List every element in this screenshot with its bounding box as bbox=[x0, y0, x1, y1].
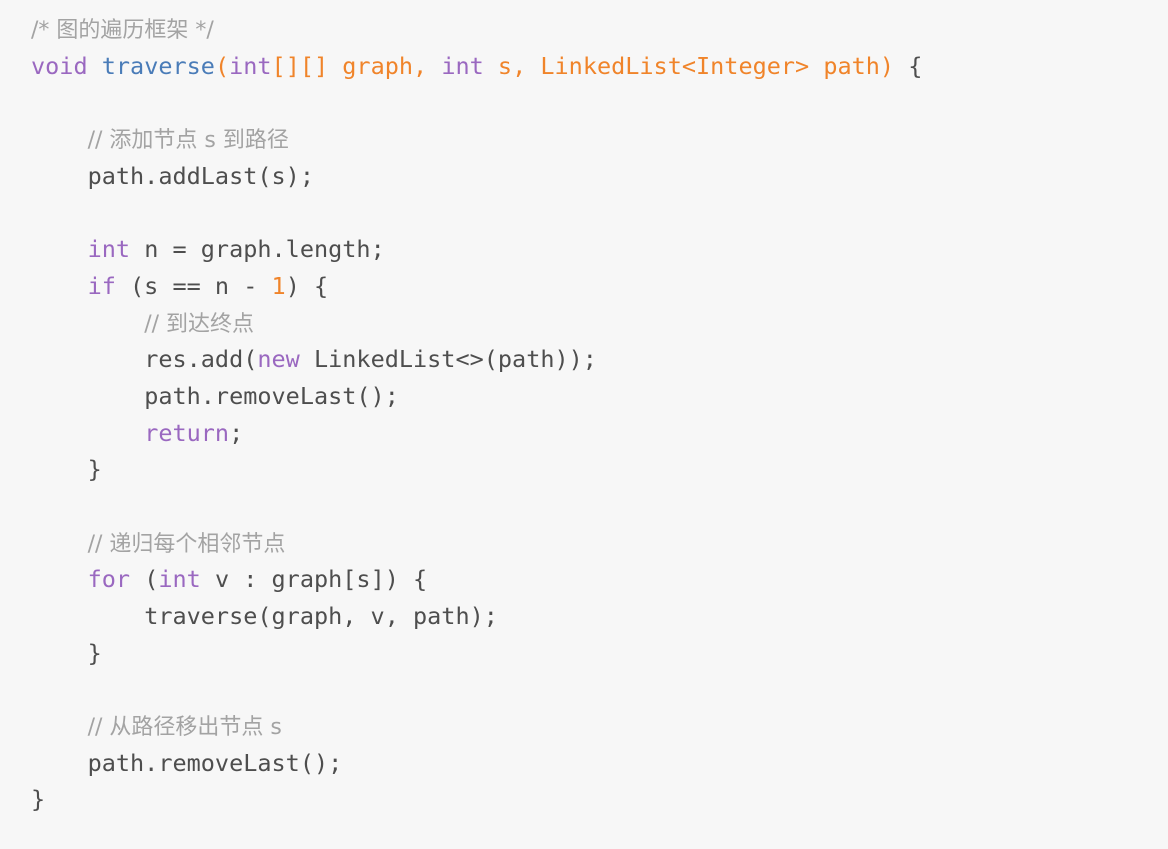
code-line[interactable]: } bbox=[31, 781, 1168, 818]
code-token-kw: int bbox=[158, 565, 201, 594]
code-line[interactable] bbox=[31, 194, 1168, 231]
code-token-def: (s == n - bbox=[115, 271, 272, 300]
code-line[interactable]: if (s == n - 1) { bbox=[31, 268, 1168, 305]
code-block[interactable]: /* 图的遍历框架 */void traverse(int[][] graph,… bbox=[0, 0, 1168, 849]
code-token-kw: void bbox=[31, 51, 88, 80]
code-line[interactable]: /* 图的遍历框架 */ bbox=[31, 11, 1168, 48]
code-line[interactable]: path.addLast(s); bbox=[31, 158, 1168, 195]
code-line[interactable]: for (int v : graph[s]) { bbox=[31, 561, 1168, 598]
code-token-com: // 添加节点 s 到路径 bbox=[87, 128, 289, 154]
code-token-def: v : graph[s]) { bbox=[200, 565, 428, 594]
code-token-par: [][] graph, bbox=[271, 51, 442, 80]
code-line[interactable] bbox=[31, 488, 1168, 525]
code-line[interactable] bbox=[31, 84, 1168, 121]
code-token-par: ( bbox=[214, 51, 230, 80]
code-token-kw: int bbox=[229, 51, 272, 80]
code-token-def: } bbox=[87, 455, 102, 484]
code-token-def: { bbox=[894, 51, 923, 80]
code-line[interactable]: } bbox=[31, 635, 1168, 672]
code-token-def: } bbox=[31, 785, 46, 814]
code-token-num: 1 bbox=[271, 271, 286, 300]
code-line[interactable]: // 到达终点 bbox=[31, 305, 1168, 342]
code-line[interactable]: // 递归每个相邻节点 bbox=[31, 525, 1168, 562]
code-token-kw: return bbox=[144, 418, 230, 447]
code-line[interactable]: // 添加节点 s 到路径 bbox=[31, 121, 1168, 158]
code-token-kw: new bbox=[257, 345, 300, 374]
code-token-kw: for bbox=[87, 565, 131, 594]
code-token-def: res.add( bbox=[144, 345, 258, 374]
code-token-def: path.removeLast(); bbox=[87, 748, 343, 777]
code-token-def: ) { bbox=[285, 271, 329, 300]
code-token-kw: int bbox=[87, 235, 131, 264]
code-token-def: traverse(graph, v, path); bbox=[144, 602, 498, 630]
code-token-com: // 到达终点 bbox=[144, 311, 255, 337]
code-token-def: LinkedList<>(path)); bbox=[299, 345, 597, 374]
code-token-def: path.removeLast(); bbox=[144, 381, 399, 410]
code-token-def bbox=[88, 52, 102, 80]
code-line[interactable]: traverse(graph, v, path); bbox=[31, 598, 1168, 635]
code-token-def: path.addLast(s); bbox=[87, 161, 314, 190]
code-token-def: } bbox=[87, 638, 102, 667]
code-line[interactable]: int n = graph.length; bbox=[31, 231, 1168, 268]
code-line[interactable]: } bbox=[31, 451, 1168, 488]
code-token-par: s, LinkedList<Integer> path) bbox=[483, 51, 895, 80]
code-token-def: ; bbox=[229, 418, 244, 447]
code-line[interactable] bbox=[31, 671, 1168, 708]
code-token-com: // 递归每个相邻节点 bbox=[87, 531, 286, 557]
code-line[interactable]: // 从路径移出节点 s bbox=[31, 708, 1168, 745]
code-token-com: /* 图的遍历框架 */ bbox=[31, 18, 214, 43]
code-token-def: n = graph.length; bbox=[130, 235, 385, 264]
code-token-fn: traverse bbox=[101, 51, 215, 80]
code-line[interactable]: void traverse(int[][] graph, int s, Link… bbox=[31, 48, 1168, 85]
code-token-kw: int bbox=[441, 51, 484, 80]
code-token-com: // 从路径移出节点 s bbox=[87, 715, 282, 741]
code-line[interactable]: res.add(new LinkedList<>(path)); bbox=[31, 341, 1168, 378]
code-line[interactable]: path.removeLast(); bbox=[31, 378, 1168, 415]
code-line[interactable]: return; bbox=[31, 415, 1168, 452]
code-token-kw: if bbox=[87, 271, 116, 300]
code-line[interactable]: path.removeLast(); bbox=[31, 745, 1168, 782]
code-token-def: ( bbox=[130, 565, 159, 594]
